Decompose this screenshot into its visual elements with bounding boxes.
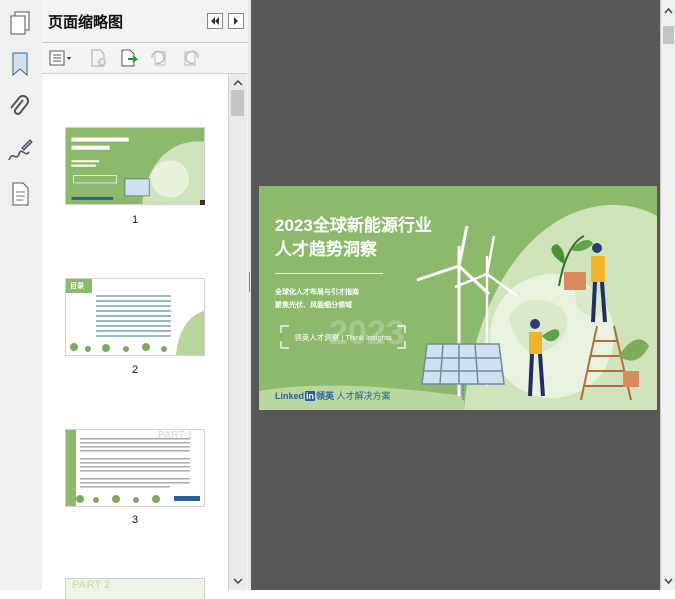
thumbnail-scroll-thumb[interactable] (231, 90, 244, 116)
cover-title: 2023全球新能源行业 人才趋势洞察 (275, 214, 432, 262)
options-menu-icon (49, 50, 71, 66)
linkedin-logo: Linked in 领英 人才解决方案 (275, 389, 391, 402)
document-icon[interactable] (6, 180, 34, 208)
document-page-cover: 2023 2023全球新能源行业 人才趋势洞察 全球化人才布局与引才指南 聚焦光… (259, 186, 657, 410)
rotate-ccw-button[interactable] (148, 48, 170, 68)
current-page-marker (200, 200, 205, 205)
thumbnail-2-label: 2 (131, 364, 139, 376)
thumbnail-4-title: PART 2 (72, 579, 111, 591)
document-scroll-thumb[interactable] (663, 26, 674, 44)
brand-tagline: 人才解决方案 (336, 391, 391, 401)
thumbnail-1-label: 1 (131, 214, 139, 226)
thumbnail-1-image (66, 128, 204, 204)
thumbnail-3-image (76, 438, 200, 503)
pages-icon[interactable] (6, 8, 34, 36)
doc-scroll-up-icon[interactable] (661, 4, 675, 18)
cover-divider (275, 273, 383, 274)
signature-icon[interactable] (6, 138, 34, 166)
cover-title-line-2: 人才趋势洞察 (275, 240, 377, 259)
page-thumbnails-panel: 页面缩略图 1 目录 2 PART 1 3 PART 2 (42, 0, 249, 599)
thumbnail-2-image (70, 295, 204, 355)
thumbnail-page-3[interactable]: PART 1 (66, 430, 204, 506)
collapse-panel-icon (211, 17, 219, 25)
brand-in-badge: in (305, 391, 316, 401)
attachment-icon[interactable] (6, 94, 34, 122)
cover-subtitle-1: 全球化人才布局与引才指南 (275, 289, 359, 296)
thumbnail-page-2[interactable]: 目录 (66, 279, 204, 355)
document-scrollbar[interactable] (660, 0, 675, 590)
rotate-cw-button[interactable] (180, 48, 202, 68)
expand-panel-button[interactable] (228, 13, 244, 29)
thumbnail-page-4[interactable]: PART 2 (66, 579, 204, 599)
panel-title: 页面缩略图 (48, 14, 124, 31)
thumbnail-3-label: 3 (131, 514, 139, 526)
rotate-cw-icon (184, 50, 199, 66)
scroll-down-icon[interactable] (229, 574, 247, 588)
delete-page-button[interactable] (88, 48, 110, 68)
cover-title-line-1: 2023全球新能源行业 (275, 216, 432, 235)
doc-scroll-down-icon[interactable] (661, 574, 675, 588)
navigation-bar (0, 0, 43, 590)
bookmark-icon[interactable] (6, 50, 34, 78)
expand-panel-icon (234, 17, 238, 25)
brand-cn: 领英 (316, 391, 335, 401)
thumbnail-page-1[interactable] (66, 128, 204, 204)
options-menu-button[interactable] (48, 48, 74, 68)
rotate-ccw-icon (151, 50, 166, 66)
cover-subtitle-2: 聚焦光伏、风能细分领域 (275, 302, 352, 309)
thumbnail-toolbar (42, 43, 248, 74)
cover-tagline: 领英人才洞察 | Think Insights (294, 333, 392, 342)
scroll-up-icon[interactable] (229, 76, 247, 90)
insert-page-icon (121, 49, 139, 67)
delete-page-icon (91, 49, 106, 67)
thumbnail-scrollbar[interactable] (228, 74, 247, 590)
collapse-panel-button[interactable] (207, 13, 223, 29)
insert-page-button[interactable] (118, 48, 140, 68)
thumbnail-list[interactable]: 1 目录 2 PART 1 3 PART 2 (42, 74, 228, 599)
brand-word: Linked (275, 391, 305, 401)
panel-header: 页面缩略图 (42, 0, 248, 43)
cover-tagline-box: 领英人才洞察 | Think Insights (281, 326, 405, 348)
